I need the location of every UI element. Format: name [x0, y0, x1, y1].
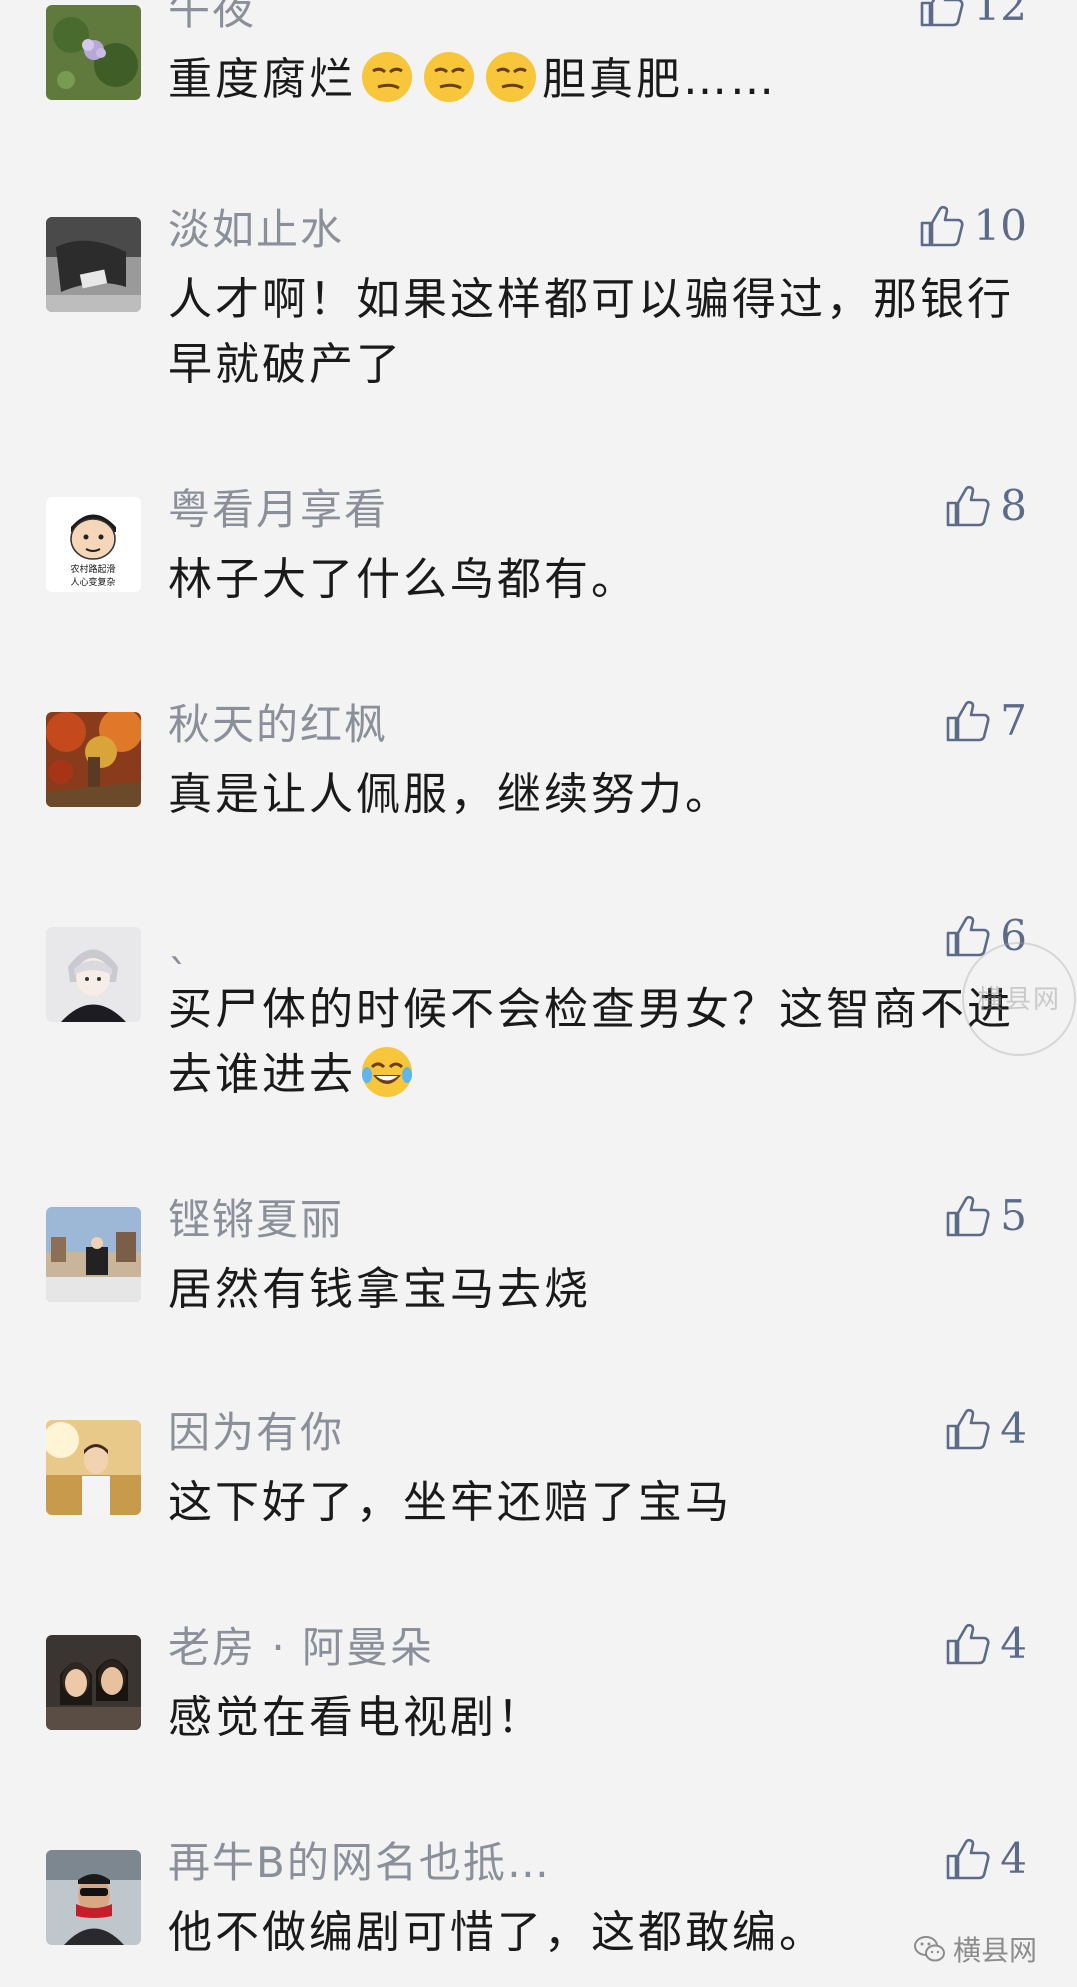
like-count: 4 [1000, 1834, 1027, 1883]
comment-author[interactable]: 秋天的红枫 [168, 700, 388, 750]
brand-label: 横县网 [913, 1929, 1037, 1969]
like-count: 4 [1000, 1619, 1027, 1668]
comment-author[interactable]: 因为有你 [168, 1408, 344, 1458]
thumbs-up-icon [946, 1195, 990, 1237]
comment-text: 真是让人佩服，继续努力。 [168, 769, 732, 820]
wechat-icon [913, 1936, 945, 1962]
comment-author[interactable]: 午夜 [168, 0, 256, 35]
like-count: 5 [1000, 1191, 1027, 1240]
thumbs-up-icon [946, 485, 990, 527]
avatar[interactable]: 农村路起滑 人心变复杂 [46, 497, 141, 592]
watermark: 横县网 [962, 942, 1076, 1056]
like-button[interactable]: 12 [916, 0, 1027, 31]
comment-text: 人才啊！如果这样都可以骗得过，那银行早就破产了 [168, 274, 1014, 390]
avatar[interactable] [46, 927, 141, 1022]
anime-character-icon [46, 927, 141, 1022]
comment-author[interactable]: 老房 · 阿曼朵 [168, 1623, 434, 1673]
avatar[interactable] [46, 1635, 141, 1730]
thumbs-up-icon [920, 205, 964, 247]
thumbs-up-icon [946, 700, 990, 742]
smirk-face-icon [484, 50, 538, 104]
comment-author[interactable]: 淡如止水 [168, 205, 344, 255]
comment-text: 买尸体的时候不会检查男女？这智商不进去谁进去 [168, 984, 1014, 1100]
like-button[interactable]: 5 [942, 1191, 1027, 1241]
like-button[interactable]: 4 [942, 1619, 1027, 1669]
comment-author[interactable]: 再牛B的网名也抵… [168, 1838, 551, 1888]
comment-text: 感觉在看电视剧！ [168, 1692, 544, 1743]
field-portrait-icon [46, 1420, 141, 1515]
avatar[interactable] [46, 5, 141, 100]
avatar-caption: 农村路起滑 [70, 563, 115, 575]
like-button[interactable]: 10 [916, 201, 1027, 251]
cartoon-head-icon: 农村路起滑 人心变复杂 [46, 497, 141, 592]
smirk-face-icon [422, 50, 476, 104]
rooftop-photo-icon [46, 1207, 141, 1302]
thumbs-up-icon [920, 0, 964, 27]
thumbs-up-icon [946, 1623, 990, 1665]
two-women-selfie-icon [46, 1635, 141, 1730]
car-selfie-icon [46, 1850, 141, 1945]
comment-text: 这下好了，坐牢还赔了宝马 [168, 1477, 732, 1528]
avatar[interactable] [46, 1850, 141, 1945]
avatar[interactable] [46, 217, 141, 312]
smirk-face-icon [360, 50, 414, 104]
comment-author[interactable]: 铿锵夏丽 [168, 1195, 344, 1245]
comment-text: 重度腐烂 胆真肥…… [168, 47, 1028, 112]
avatar[interactable] [46, 1207, 141, 1302]
like-count: 10 [973, 201, 1027, 250]
comment-text: 林子大了什么鸟都有。 [168, 554, 638, 605]
autumn-leaves-icon [46, 712, 141, 807]
like-count: 8 [1000, 481, 1027, 530]
like-button[interactable]: 7 [942, 696, 1027, 746]
comment-text: 他不做编剧可惜了，这都敢编。 [168, 1907, 826, 1958]
comment-author[interactable]: ˎ [168, 915, 191, 965]
tears-of-joy-icon [360, 1045, 414, 1099]
brand-name: 横县网 [952, 1934, 1037, 1967]
comment-author[interactable]: 粤看月享看 [168, 485, 388, 535]
like-button[interactable]: 4 [942, 1404, 1027, 1454]
flower-photo-icon [46, 5, 141, 100]
svg-text:人心变复杂: 人心变复杂 [70, 576, 115, 588]
avatar[interactable] [46, 1420, 141, 1515]
comment-text: 居然有钱拿宝马去烧 [168, 1264, 591, 1315]
avatar[interactable] [46, 712, 141, 807]
like-button[interactable]: 4 [942, 1834, 1027, 1884]
like-count: 12 [973, 0, 1027, 30]
watermark-text: 横县网 [976, 985, 1061, 1015]
like-button[interactable]: 8 [942, 481, 1027, 531]
gray-photo-icon [46, 217, 141, 312]
thumbs-up-icon [946, 1838, 990, 1880]
like-count: 4 [1000, 1404, 1027, 1453]
like-count: 7 [1000, 696, 1027, 745]
thumbs-up-icon [946, 1408, 990, 1450]
